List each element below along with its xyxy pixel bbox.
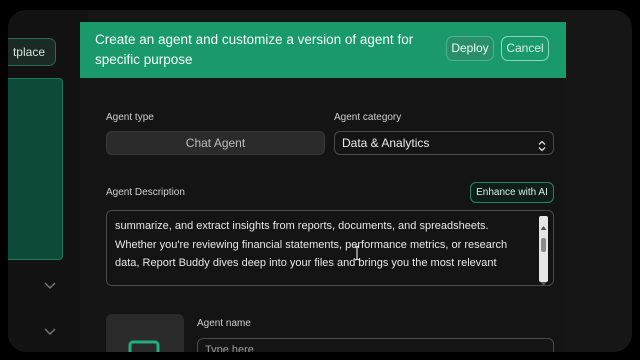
enhance-with-ai-button[interactable]: Enhance with AI (470, 182, 554, 203)
scrollbar-thumb[interactable] (541, 238, 546, 252)
agent-type-field[interactable]: Chat Agent (106, 131, 325, 155)
agent-avatar-upload[interactable] (106, 314, 184, 352)
scroll-up-icon[interactable] (540, 218, 547, 230)
agent-category-label: Agent category (334, 112, 402, 123)
sidebar-selected-card[interactable] (8, 78, 63, 260)
scroll-down-icon[interactable] (540, 274, 547, 285)
modal-title: Create an agent and customize a version … (95, 32, 414, 67)
deploy-button[interactable]: Deploy (446, 36, 494, 61)
description-scrollbar[interactable] (539, 216, 548, 285)
agent-avatar-icon (128, 338, 160, 352)
agent-type-label: Agent type (106, 112, 154, 123)
marketplace-label: tplace (12, 45, 45, 59)
agent-category-select[interactable]: Data & Analytics (334, 131, 554, 155)
chevron-down-icon[interactable] (44, 328, 56, 338)
marketplace-button[interactable]: tplace (8, 38, 56, 66)
app-window: tplace Create an agent and customize a v… (8, 10, 632, 352)
agent-name-label: Agent name (197, 318, 251, 329)
description-text: summarize, and extract insights from rep… (115, 217, 529, 273)
description-line: summarize, and extract insights from rep… (115, 220, 489, 232)
description-line: data, Report Buddy dives deep into your … (115, 257, 497, 270)
left-sidebar: tplace (8, 10, 88, 352)
create-agent-modal: Create an agent and customize a version … (80, 22, 566, 352)
agent-name-input[interactable]: Type here (197, 338, 554, 352)
chevron-down-icon[interactable] (44, 282, 56, 292)
agent-category-value: Data & Analytics (342, 136, 430, 150)
agent-description-label: Agent Description (106, 187, 185, 198)
description-line: Whether you're reviewing financial state… (115, 238, 508, 251)
agent-description-textarea[interactable]: summarize, and extract insights from rep… (106, 210, 554, 286)
modal-header: Create an agent and customize a version … (80, 22, 566, 78)
select-arrows-icon (537, 137, 547, 152)
text-cursor-icon (354, 245, 360, 261)
cancel-button[interactable]: Cancel (501, 36, 549, 61)
